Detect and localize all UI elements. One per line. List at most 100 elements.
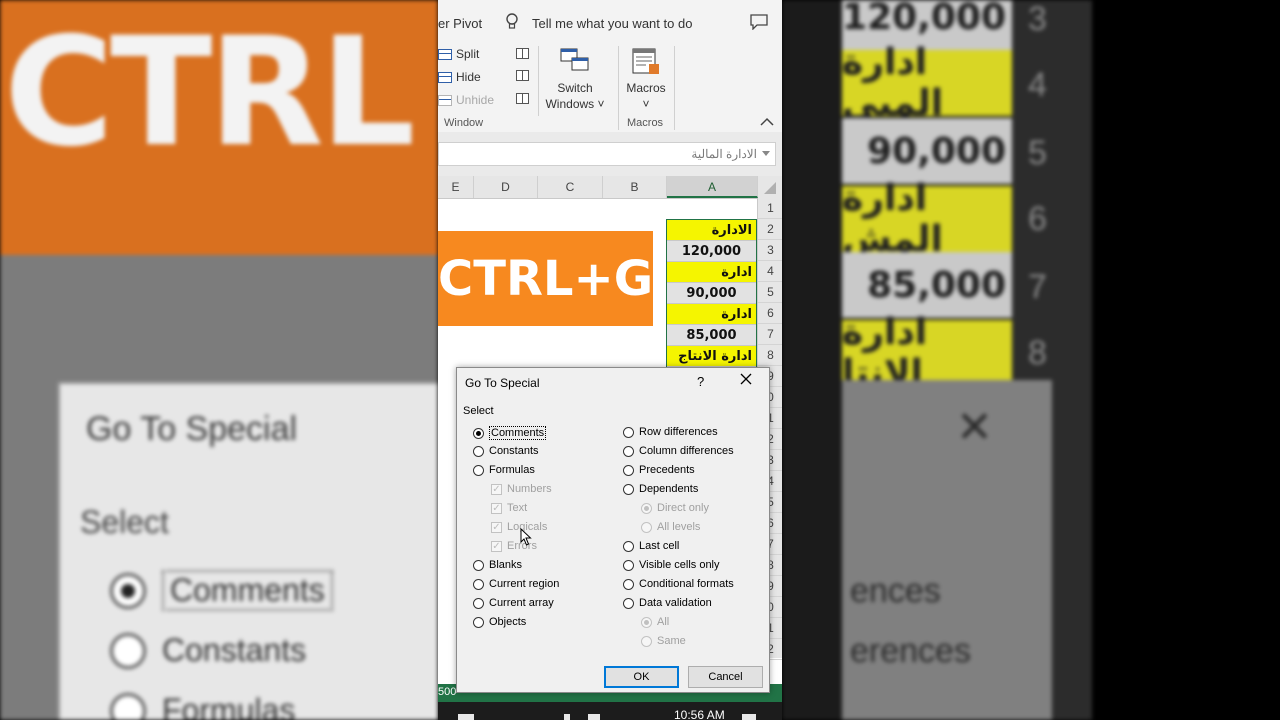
cell-a5[interactable]: 90,000 bbox=[667, 283, 756, 304]
tell-me-search[interactable]: Tell me what you want to do bbox=[532, 16, 692, 31]
macros-icon[interactable] bbox=[632, 48, 662, 76]
column-header-e[interactable]: E bbox=[438, 176, 474, 198]
option-column-differences[interactable]: Column differences bbox=[623, 445, 734, 457]
option-constants[interactable]: Constants bbox=[473, 445, 539, 457]
chevron-down-icon[interactable] bbox=[762, 151, 770, 156]
option-comments[interactable]: Comments bbox=[473, 426, 547, 440]
radio-icon[interactable] bbox=[473, 597, 484, 609]
synchronous-scrolling-icon[interactable] bbox=[516, 70, 529, 81]
radio-icon[interactable] bbox=[641, 521, 652, 533]
option-current-array[interactable]: Current array bbox=[473, 597, 554, 609]
background-row-number: 5 bbox=[1028, 134, 1047, 172]
checkbox-numbers[interactable]: ✓ Numbers bbox=[491, 483, 552, 495]
radio-icon[interactable] bbox=[623, 559, 634, 571]
option-conditional-formats[interactable]: Conditional formats bbox=[623, 578, 734, 590]
radio-icon[interactable] bbox=[623, 426, 634, 438]
option-dependents[interactable]: Dependents bbox=[623, 483, 698, 495]
checkmark-icon[interactable]: ✓ bbox=[491, 483, 502, 495]
checkbox-text[interactable]: ✓ Text bbox=[491, 502, 527, 514]
radio-icon[interactable] bbox=[623, 445, 634, 457]
option-current-region[interactable]: Current region bbox=[473, 578, 559, 590]
reset-window-position-icon[interactable] bbox=[516, 93, 529, 104]
radio-icon[interactable] bbox=[623, 540, 634, 552]
split-button[interactable]: Split bbox=[438, 47, 479, 61]
comment-icon[interactable] bbox=[750, 14, 768, 30]
row-header[interactable]: 3 bbox=[758, 240, 782, 261]
cell-a7[interactable]: 85,000 bbox=[667, 325, 756, 346]
taskbar-icon[interactable] bbox=[588, 714, 600, 720]
radio-icon[interactable] bbox=[473, 578, 484, 590]
row-header[interactable]: 7 bbox=[758, 324, 782, 345]
background-text: ences bbox=[850, 572, 941, 610]
cell-a4[interactable]: ادارة المبيعات bbox=[667, 262, 756, 301]
radio-icon[interactable] bbox=[473, 464, 484, 476]
radio-icon[interactable] bbox=[623, 464, 634, 476]
ctrl-g-overlay-banner: CTRL+G bbox=[438, 231, 653, 326]
select-all-corner[interactable] bbox=[758, 176, 782, 198]
background-dialog-zoom: Go To Special Select Comments Constants … bbox=[58, 382, 438, 720]
background-close-icon: ✕ bbox=[956, 403, 993, 452]
radio-icon[interactable] bbox=[473, 559, 484, 571]
cell-a3[interactable]: 120,000 bbox=[667, 241, 756, 262]
help-button[interactable]: ? bbox=[697, 374, 704, 389]
switch-windows-icon[interactable] bbox=[560, 48, 590, 72]
radio-selected-icon[interactable] bbox=[641, 502, 652, 514]
radio-icon[interactable] bbox=[641, 635, 652, 647]
column-header-a[interactable]: A bbox=[667, 176, 758, 198]
checkmark-icon[interactable]: ✓ bbox=[491, 502, 502, 514]
cell-a6[interactable]: ادارة المشتريات bbox=[667, 304, 756, 343]
macros-button[interactable]: Macros ˅ bbox=[624, 81, 668, 112]
radio-icon[interactable] bbox=[473, 445, 484, 457]
row-header[interactable]: 8 bbox=[758, 345, 782, 366]
view-side-by-side-icon[interactable] bbox=[516, 48, 529, 59]
background-cell: ادارة المش bbox=[842, 178, 1012, 260]
radio-selected-icon[interactable] bbox=[473, 427, 484, 439]
option-direct-only[interactable]: Direct only bbox=[641, 502, 709, 514]
column-header-c[interactable]: C bbox=[538, 176, 603, 198]
cell-a2[interactable]: الادارة المالية bbox=[667, 220, 756, 259]
checkmark-icon[interactable]: ✓ bbox=[491, 540, 502, 552]
collapse-ribbon-icon[interactable] bbox=[760, 116, 774, 126]
option-objects[interactable]: Objects bbox=[473, 616, 526, 628]
option-last-cell[interactable]: Last cell bbox=[623, 540, 679, 552]
option-blanks[interactable]: Blanks bbox=[473, 559, 522, 571]
option-row-differences[interactable]: Row differences bbox=[623, 426, 718, 438]
taskbar-icon[interactable] bbox=[458, 714, 474, 720]
option-validation-all[interactable]: All bbox=[641, 616, 669, 628]
ribbon-view: Split Hide Unhide Switch Windows ˅ Macros… bbox=[438, 42, 782, 133]
radio-selected-icon[interactable] bbox=[641, 616, 652, 628]
column-header-d[interactable]: D bbox=[474, 176, 538, 198]
background-cell: ادارة المبي bbox=[842, 42, 1012, 124]
row-header[interactable]: 1 bbox=[758, 198, 782, 219]
row-header[interactable]: 4 bbox=[758, 261, 782, 282]
ok-button[interactable]: OK bbox=[604, 666, 679, 688]
ribbon-separator bbox=[674, 46, 675, 130]
unhide-button[interactable]: Unhide bbox=[438, 93, 494, 107]
radio-icon[interactable] bbox=[623, 578, 634, 590]
option-data-validation[interactable]: Data validation bbox=[623, 597, 712, 609]
column-header-b[interactable]: B bbox=[603, 176, 667, 198]
tab-power-pivot[interactable]: er Pivot bbox=[438, 16, 482, 31]
radio-icon[interactable] bbox=[623, 483, 634, 495]
option-formulas[interactable]: Formulas bbox=[473, 464, 535, 476]
checkmark-icon[interactable]: ✓ bbox=[491, 521, 502, 533]
name-box[interactable]: الادارة المالية bbox=[438, 142, 776, 166]
row-header[interactable]: 2 bbox=[758, 219, 782, 240]
cancel-button[interactable]: Cancel bbox=[688, 666, 763, 688]
option-validation-same[interactable]: Same bbox=[641, 635, 686, 647]
taskbar-clock[interactable]: 10:56 AM bbox=[674, 708, 725, 720]
hide-button[interactable]: Hide bbox=[438, 70, 481, 84]
option-visible-cells-only[interactable]: Visible cells only bbox=[623, 559, 720, 571]
cell-a8[interactable]: ادارة الانتاج bbox=[667, 346, 756, 367]
radio-icon[interactable] bbox=[623, 597, 634, 609]
option-all-levels[interactable]: All levels bbox=[641, 521, 700, 533]
row-header[interactable]: 5 bbox=[758, 282, 782, 303]
switch-windows-button[interactable]: Switch Windows ˅ bbox=[544, 81, 606, 112]
row-header[interactable]: 6 bbox=[758, 303, 782, 324]
background-row-number: 3 bbox=[1028, 0, 1047, 38]
taskbar-icon[interactable] bbox=[564, 714, 570, 720]
option-precedents[interactable]: Precedents bbox=[623, 464, 695, 476]
radio-icon[interactable] bbox=[473, 616, 484, 628]
close-icon[interactable] bbox=[739, 372, 753, 386]
notification-icon[interactable] bbox=[742, 714, 756, 720]
